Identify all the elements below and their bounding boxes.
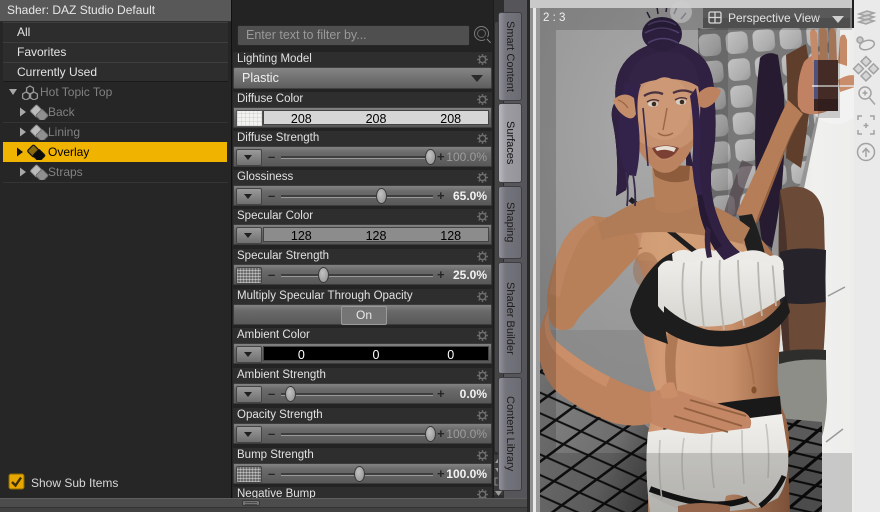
svg-text:2 : 3: 2 : 3 [543, 12, 565, 24]
svg-text:Perspective View: Perspective View [728, 11, 820, 25]
